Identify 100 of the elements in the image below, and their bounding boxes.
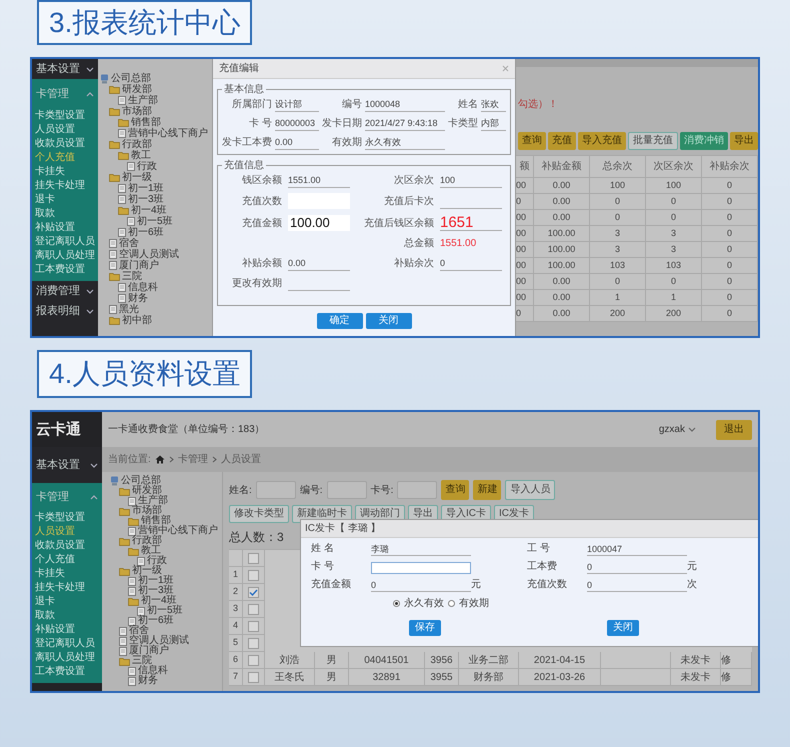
sidebar-item[interactable]: 卡挂失 — [35, 165, 95, 179]
sidebar-group[interactable]: 基本设置 — [36, 60, 80, 78]
tree-item[interactable]: 研发部 — [132, 486, 162, 496]
checkbox[interactable] — [248, 552, 259, 564]
dialog-button[interactable]: 保存 — [409, 620, 441, 636]
tree-item[interactable]: 厦门商户 — [129, 646, 169, 656]
breadcrumb-link[interactable]: 卡管理 — [178, 452, 208, 467]
tree-item[interactable]: 市场部 — [122, 106, 152, 116]
sidebar-item[interactable]: 挂失卡处理 — [35, 179, 95, 193]
tree-item[interactable]: 教工 — [141, 546, 161, 556]
tree-item[interactable]: 空调人员测试 — [119, 250, 179, 260]
tree-item[interactable]: 销售部 — [141, 516, 171, 526]
tree-item[interactable]: 生产部 — [128, 96, 158, 106]
input-field[interactable]: 100.00 — [288, 215, 350, 231]
toolbar-button[interactable]: 导入人员 — [505, 480, 556, 500]
checkbox[interactable] — [248, 586, 259, 598]
tree-item[interactable]: 初一4班 — [141, 596, 177, 606]
tree-item[interactable]: 行政部 — [132, 536, 162, 546]
tree-item[interactable]: 初一1班 — [138, 576, 174, 586]
sidebar-item[interactable]: 挂失卡处理 — [35, 581, 99, 595]
tree-item[interactable]: 生产部 — [138, 496, 168, 506]
sidebar-item[interactable]: 补贴设置 — [35, 623, 99, 637]
breadcrumb-link[interactable]: 人员设置 — [220, 452, 261, 467]
toolbar-button[interactable]: 导出 — [730, 132, 758, 150]
sidebar-item[interactable]: 收款员设置 — [35, 137, 95, 151]
tree-item[interactable]: 黑光 — [119, 304, 139, 314]
sidebar-item[interactable]: 登记离职人员 — [35, 235, 95, 249]
dialog-button[interactable]: 关闭 — [607, 620, 639, 636]
sidebar-item[interactable]: 人员设置 — [35, 123, 95, 137]
tree-item[interactable]: 初中部 — [122, 316, 152, 326]
tree-item[interactable]: 三院 — [132, 656, 152, 666]
tree-item[interactable]: 初一5班 — [137, 216, 173, 226]
user-menu[interactable]: gzxak — [658, 422, 685, 437]
sidebar-item[interactable]: 离职人员处理 — [35, 249, 95, 263]
tree-item[interactable]: 宿舍 — [119, 238, 139, 248]
sidebar-item[interactable]: 离职人员处理 — [35, 651, 99, 665]
sidebar-item[interactable]: 取款 — [35, 207, 95, 221]
tree-item[interactable]: 公司总部 — [121, 476, 161, 486]
radio-button[interactable] — [393, 600, 400, 607]
tree-item[interactable]: 公司总部 — [111, 74, 151, 84]
sidebar-group[interactable]: 报表明细 — [36, 302, 80, 320]
tree-item[interactable]: 空调人员测试 — [129, 636, 189, 646]
toolbar-button[interactable]: 修改卡类型 — [229, 505, 289, 523]
tree-item[interactable]: 初一1班 — [128, 184, 164, 194]
checkbox[interactable] — [248, 638, 259, 648]
tree-item[interactable]: 初一级 — [122, 172, 152, 182]
toolbar-button[interactable]: 查询 — [441, 480, 470, 500]
sidebar-item[interactable]: 工本费设置 — [35, 665, 99, 679]
checkbox[interactable] — [248, 654, 259, 666]
sidebar-item[interactable]: 个人充值 — [35, 553, 99, 567]
toolbar-button[interactable]: 批量充值 — [628, 132, 678, 150]
tree-item[interactable]: 初一级 — [132, 566, 162, 576]
checkbox[interactable] — [248, 672, 259, 682]
sidebar-item[interactable]: 卡类型设置 — [35, 511, 99, 525]
sidebar-item[interactable]: 补贴设置 — [35, 221, 95, 235]
tree-item[interactable]: 三院 — [122, 272, 142, 282]
sidebar-item[interactable]: 卡类型设置 — [35, 109, 95, 123]
input-field[interactable] — [256, 481, 296, 499]
tree-item[interactable]: 信息科 — [138, 666, 168, 676]
radio-button[interactable] — [448, 600, 455, 607]
tree-item[interactable]: 财务 — [138, 676, 158, 686]
tree-item[interactable]: 行政 — [147, 556, 167, 566]
tree-item[interactable]: 初一6班 — [138, 616, 174, 626]
tree-item[interactable]: 厦门商户 — [119, 260, 159, 270]
input-field[interactable] — [326, 481, 367, 499]
logout-button[interactable]: 退出 — [716, 420, 752, 440]
sidebar-item[interactable]: 取款 — [35, 609, 99, 623]
tree-item[interactable]: 研发部 — [122, 84, 152, 94]
tree-item[interactable]: 市场部 — [132, 506, 162, 516]
sidebar-group[interactable]: 消费管理 — [36, 282, 80, 300]
toolbar-button[interactable]: 新建 — [473, 480, 502, 500]
sidebar-item[interactable]: 退卡 — [35, 193, 95, 207]
dialog-button[interactable]: 确定 — [316, 313, 362, 329]
checkbox[interactable] — [248, 604, 259, 614]
sidebar-item[interactable]: 收款员设置 — [35, 539, 99, 553]
toolbar-button[interactable]: 导入充值 — [578, 132, 626, 150]
dialog-button[interactable]: 关闭 — [366, 313, 412, 329]
tree-item[interactable]: 营销中心线下商户 — [138, 526, 218, 536]
tree-item[interactable]: 教工 — [131, 150, 151, 160]
tree-item[interactable]: 信息科 — [128, 282, 158, 292]
tree-item[interactable]: 行政 — [137, 162, 157, 172]
tree-item[interactable]: 初一5班 — [147, 606, 183, 616]
tree-item[interactable]: 销售部 — [131, 118, 161, 128]
toolbar-button[interactable]: 充值 — [548, 132, 576, 150]
tree-item[interactable]: 营销中心线下商户 — [128, 128, 208, 138]
tree-item[interactable]: 财务 — [128, 294, 148, 304]
sidebar-item[interactable]: 登记离职人员 — [35, 637, 99, 651]
tree-item[interactable]: 初一4班 — [131, 206, 167, 216]
tree-item[interactable]: 初一3班 — [128, 194, 164, 204]
toolbar-button[interactable]: 查询 — [518, 132, 546, 150]
sidebar-item[interactable]: 退卡 — [35, 595, 99, 609]
tree-item[interactable]: 初一3班 — [138, 586, 174, 596]
tree-item[interactable]: 宿舍 — [129, 626, 149, 636]
tree-item[interactable]: 行政部 — [122, 140, 152, 150]
input-field[interactable] — [371, 562, 471, 574]
sidebar-item[interactable]: 工本费设置 — [35, 263, 95, 277]
tree-item[interactable]: 初一6班 — [128, 228, 164, 238]
checkbox[interactable] — [248, 620, 259, 632]
input-field[interactable] — [397, 481, 438, 499]
sidebar-item[interactable]: 卡挂失 — [35, 567, 99, 581]
